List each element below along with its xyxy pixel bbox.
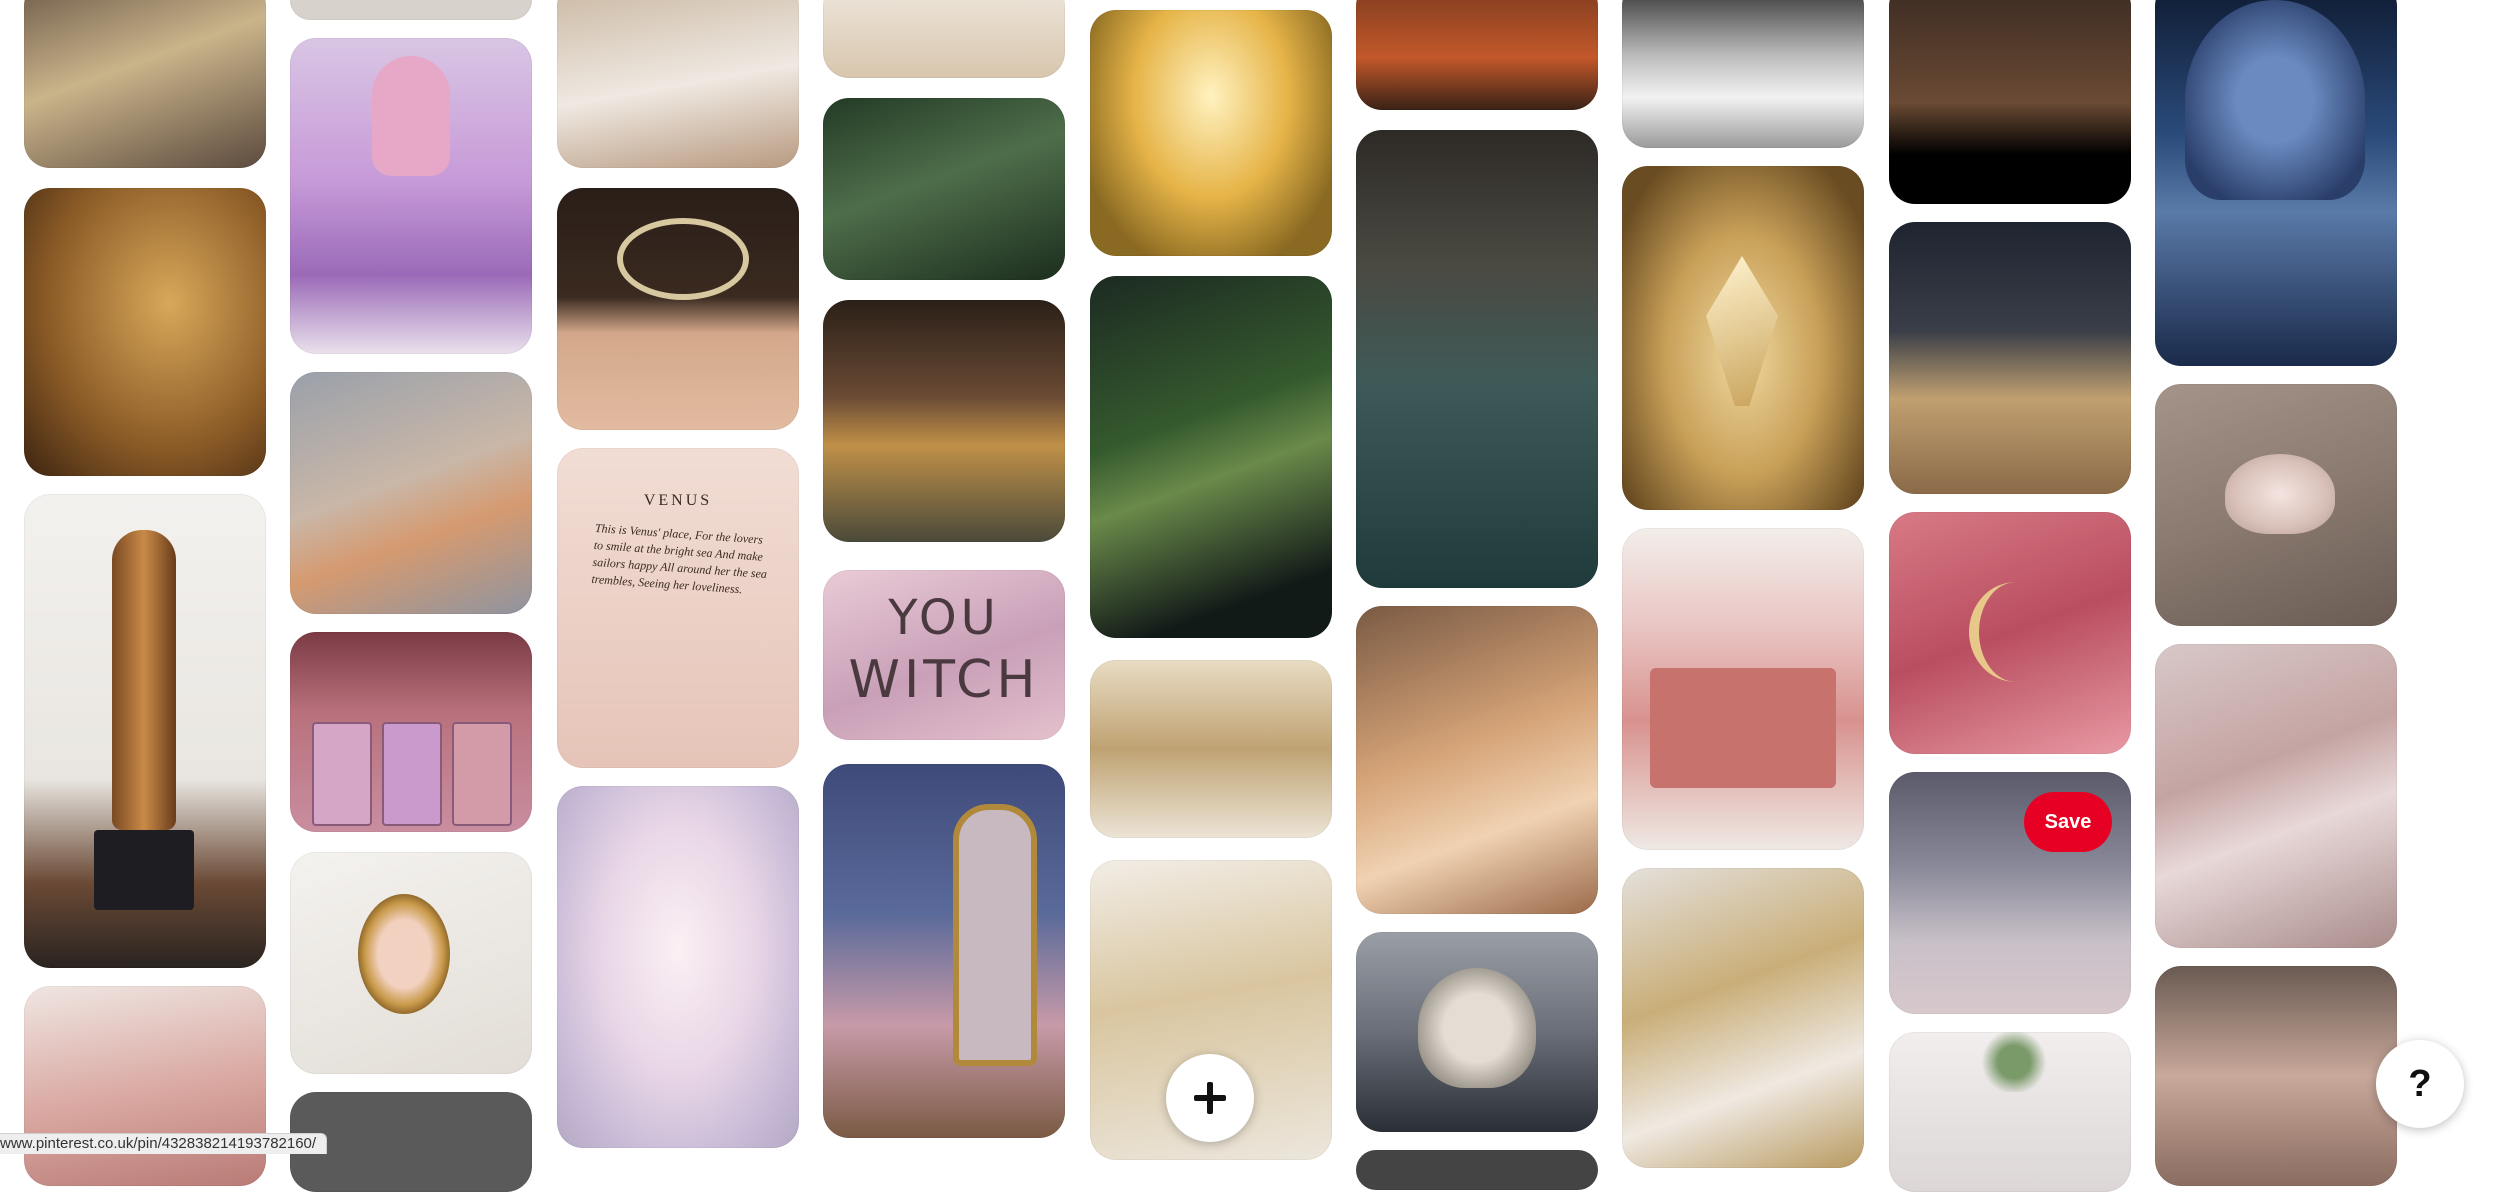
pin-fairy-dancer[interactable] bbox=[24, 0, 266, 168]
pin-rose-table[interactable] bbox=[2155, 644, 2397, 948]
pin-vintage-sketch[interactable] bbox=[823, 0, 1065, 78]
pin-venus-statue[interactable] bbox=[24, 494, 266, 968]
crystal-shape bbox=[1706, 256, 1778, 406]
pin-necklace-shoulder[interactable] bbox=[1889, 0, 2131, 204]
pin-pink-flowers-statue[interactable] bbox=[24, 986, 266, 1186]
save-button[interactable]: Save bbox=[2024, 792, 2112, 852]
pin-pink-jewelry-box[interactable] bbox=[1622, 528, 1864, 850]
tarot-card-1 bbox=[312, 722, 372, 826]
pin-gold-mirror[interactable] bbox=[290, 852, 532, 1074]
help-icon: ? bbox=[2408, 1062, 2432, 1105]
pin-satin-dress[interactable] bbox=[2155, 966, 2397, 1186]
pin-red-hair-top[interactable] bbox=[1356, 0, 1598, 110]
pin-gilded-ceiling[interactable] bbox=[1090, 660, 1332, 838]
moon-clip bbox=[1969, 582, 2063, 682]
create-pin-button[interactable] bbox=[1166, 1054, 1254, 1142]
pin-clam-shell-girl[interactable] bbox=[1356, 932, 1598, 1132]
glitter-hair bbox=[372, 56, 450, 176]
pin-snake-hair[interactable] bbox=[557, 188, 799, 430]
pin-iridescent-flower[interactable] bbox=[557, 786, 799, 1148]
pin-sea-cave-mermaids[interactable] bbox=[1356, 130, 1598, 588]
pin-top-partial-2[interactable] bbox=[290, 0, 532, 20]
you-witch-line2: WITCH bbox=[848, 650, 1040, 710]
jewelry-box-tray bbox=[1650, 668, 1836, 788]
masonry-pin-grid: VENUS This is Venus' place, For the love… bbox=[0, 0, 2500, 1192]
pin-golden-crown[interactable] bbox=[1889, 222, 2131, 494]
pin-bath-woman[interactable] bbox=[557, 0, 799, 168]
you-witch-line1: YOU bbox=[888, 590, 1000, 646]
statue-base bbox=[94, 830, 194, 910]
pin-glitter-girl[interactable] bbox=[290, 38, 532, 354]
plus-icon bbox=[1194, 1082, 1226, 1114]
book-page-heading: VENUS bbox=[643, 492, 713, 509]
glass-shell bbox=[2225, 454, 2335, 534]
pin-woman-with-roses[interactable] bbox=[1356, 606, 1598, 914]
pin-gold-wings-bra[interactable] bbox=[823, 300, 1065, 542]
pin-ivy-partial[interactable] bbox=[1889, 1032, 2131, 1192]
pin-gilded-room[interactable] bbox=[1622, 868, 1864, 1168]
statue-figure bbox=[112, 530, 176, 830]
pin-golden-hand[interactable] bbox=[24, 188, 266, 476]
ivy-leaves bbox=[1969, 1032, 2059, 1092]
pin-tarot-candles[interactable] bbox=[290, 632, 532, 832]
pin-mermaid-pond[interactable] bbox=[823, 98, 1065, 280]
tarot-card-2 bbox=[382, 722, 442, 826]
tarot-card-3 bbox=[452, 722, 512, 826]
mirror-frame bbox=[358, 894, 450, 1014]
pin-mermaid-shell[interactable] bbox=[2155, 0, 2397, 366]
clam-shell bbox=[1418, 968, 1536, 1088]
status-bar-url: www.pinterest.co.uk/pin/4328382141937821… bbox=[0, 1133, 328, 1154]
pin-sand-shell[interactable] bbox=[2155, 384, 2397, 626]
pin-crystal-pendant[interactable] bbox=[1622, 166, 1864, 510]
pin-pastel-clouds[interactable] bbox=[290, 372, 532, 614]
pin-partial-bottom-6[interactable] bbox=[1356, 1150, 1598, 1190]
pin-you-witch[interactable]: YOU WITCH bbox=[823, 570, 1065, 740]
pin-mirror-painting[interactable] bbox=[823, 764, 1065, 1138]
pin-venus-book-page[interactable]: VENUS This is Venus' place, For the love… bbox=[557, 448, 799, 768]
pin-pearl-bodice[interactable] bbox=[1622, 0, 1864, 148]
book-page-text: This is Venus' place, For the lovers to … bbox=[590, 520, 768, 597]
shell-backdrop bbox=[2185, 0, 2365, 200]
pin-mossy-cave[interactable] bbox=[1090, 276, 1332, 638]
pin-golden-dancer[interactable] bbox=[1090, 10, 1332, 256]
snake-ornament bbox=[617, 218, 749, 300]
pin-moon-hair-clip[interactable] bbox=[1889, 512, 2131, 754]
painting-mirror bbox=[953, 804, 1037, 1066]
help-button[interactable]: ? bbox=[2376, 1040, 2464, 1128]
